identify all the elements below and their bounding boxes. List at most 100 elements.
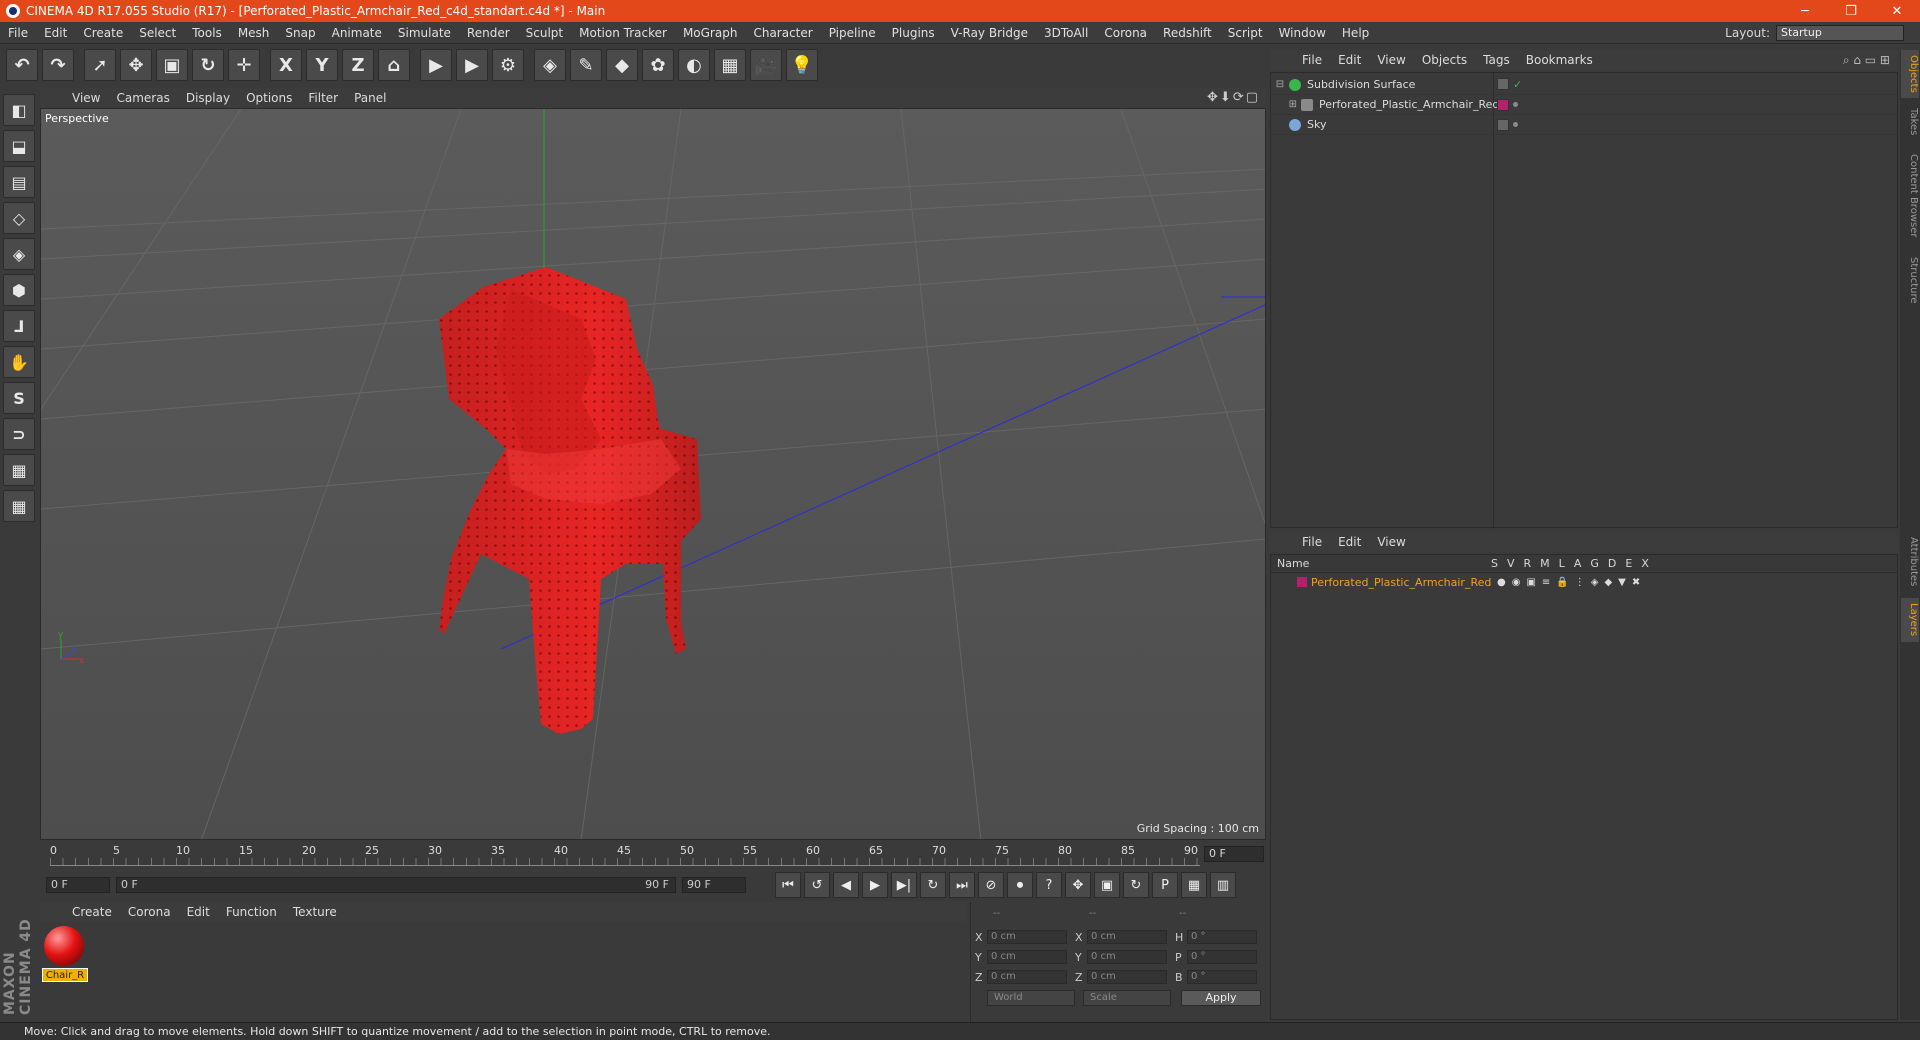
search-icon[interactable]: ⌕ ⌂ ▭ ⊞ — [1843, 53, 1890, 68]
z-axis-icon[interactable]: Z — [342, 49, 374, 81]
menu-mograph[interactable]: MoGraph — [675, 26, 746, 40]
objects-menu-bookmarks[interactable]: Bookmarks — [1518, 53, 1601, 67]
prev-key-icon[interactable]: ↺ — [804, 872, 830, 898]
menu-3dtoall[interactable]: 3DToAll — [1036, 26, 1096, 40]
world-coord-icon[interactable]: ⌂ — [378, 49, 410, 81]
move-key-icon[interactable]: ✥ — [1065, 872, 1091, 898]
layer-column-header[interactable]: L — [1559, 557, 1565, 570]
visibility-dot-icon[interactable] — [1513, 121, 1518, 127]
minimize-button[interactable]: ─ — [1782, 0, 1828, 22]
expressions-icon[interactable]: ▼ — [1618, 577, 1626, 588]
material-menu-create[interactable]: Create — [64, 905, 120, 919]
model-mode-icon[interactable]: ◧ — [3, 94, 35, 126]
coord-size-x[interactable]: 0 cm — [1087, 930, 1167, 944]
layer-row[interactable]: Perforated_Plastic_Armchair_Red ● ◉ ▣ ≡ … — [1271, 573, 1897, 591]
camera-icon[interactable]: 🎥 — [750, 49, 782, 81]
go-end-icon[interactable]: ⏭ — [949, 872, 975, 898]
render-picture-queue-icon[interactable]: ▶ — [456, 49, 488, 81]
layer-column-header[interactable]: R — [1524, 557, 1532, 570]
lock-grid-icon[interactable]: ▦ — [3, 454, 35, 486]
deformer-icon[interactable]: ◐ — [678, 49, 710, 81]
coord-size-z[interactable]: 0 cm — [1087, 970, 1167, 984]
coord-pos-z[interactable]: 0 cm — [987, 970, 1067, 984]
menu-animate[interactable]: Animate — [324, 26, 390, 40]
objects-menu-view[interactable]: View — [1369, 53, 1413, 67]
light-icon[interactable]: 💡 — [786, 49, 818, 81]
layers-menu-edit[interactable]: Edit — [1330, 535, 1369, 549]
menu-select[interactable]: Select — [131, 26, 184, 40]
coord-rot-b[interactable]: 0 ° — [1187, 970, 1257, 984]
end-frame-field[interactable]: 90 F — [682, 877, 746, 893]
layers-menu-file[interactable]: File — [1294, 535, 1330, 549]
layer-color-icon[interactable] — [1497, 98, 1509, 111]
view-icon[interactable]: ◉ — [1512, 577, 1521, 588]
layer-column-header[interactable]: S — [1491, 557, 1498, 570]
redo-icon[interactable]: ↷ — [42, 49, 74, 81]
menu-create[interactable]: Create — [75, 26, 131, 40]
animation-icon[interactable]: ⋮ — [1575, 577, 1585, 588]
rotate-key-icon[interactable]: ↻ — [1123, 872, 1149, 898]
viewport-menu-filter[interactable]: Filter — [300, 91, 346, 105]
expand-icon[interactable]: ⊞ — [1271, 99, 1301, 110]
help-keys-icon[interactable]: ? — [1036, 872, 1062, 898]
frame-range-slider[interactable]: 0 F 90 F — [116, 877, 676, 893]
play-back-icon[interactable]: ◀ — [833, 872, 859, 898]
tab-attributes[interactable]: Attributes — [1901, 530, 1919, 594]
menu-snap[interactable]: Snap — [277, 26, 323, 40]
start-frame-field[interactable]: 0 F — [46, 877, 110, 893]
tab-layers[interactable]: Layers — [1901, 598, 1919, 642]
layout-select[interactable]: Startup — [1776, 25, 1904, 41]
layer-swatch-icon[interactable] — [1497, 118, 1509, 131]
scale-key-icon[interactable]: ▣ — [1094, 872, 1120, 898]
current-frame-field[interactable]: 0 F — [1204, 846, 1264, 862]
x-axis-icon[interactable]: X — [270, 49, 302, 81]
coord-world-select[interactable]: World — [987, 990, 1075, 1006]
edit-render-settings-icon[interactable]: ⚙ — [492, 49, 524, 81]
viewport-menu-cameras[interactable]: Cameras — [108, 91, 177, 105]
viewport-nav-icons[interactable]: ✥⬇⟳▢ — [1207, 90, 1260, 105]
cube-icon[interactable]: ◈ — [534, 49, 566, 81]
move-icon[interactable]: ✥ — [120, 49, 152, 81]
layer-color-swatch[interactable] — [1297, 577, 1307, 587]
play-icon[interactable]: ▶ — [862, 872, 888, 898]
tweak-icon[interactable]: ✋ — [3, 346, 35, 378]
scale-icon[interactable]: ▣ — [156, 49, 188, 81]
viewport-menu-panel[interactable]: Panel — [346, 91, 394, 105]
undo-icon[interactable]: ↶ — [6, 49, 38, 81]
xref-icon[interactable]: ✖ — [1632, 577, 1640, 588]
menu-vray-bridge[interactable]: V-Ray Bridge — [943, 26, 1036, 40]
material-label[interactable]: Chair_R — [42, 968, 88, 982]
layer-column-header[interactable]: E — [1625, 557, 1632, 570]
layer-column-header[interactable]: V — [1507, 557, 1515, 570]
layer-column-header[interactable]: M — [1540, 557, 1550, 570]
close-button[interactable]: ✕ — [1874, 0, 1920, 22]
menu-file[interactable]: File — [0, 26, 36, 40]
viewport-menu-options[interactable]: Options — [238, 91, 300, 105]
manager-icon[interactable]: ≡ — [1542, 577, 1550, 588]
object-row-sky[interactable]: Sky — [1271, 115, 1897, 135]
viewport-menu-display[interactable]: Display — [178, 91, 238, 105]
objects-menu-edit[interactable]: Edit — [1330, 53, 1369, 67]
menu-help[interactable]: Help — [1334, 26, 1377, 40]
layer-column-header[interactable]: X — [1641, 557, 1649, 570]
menu-pipeline[interactable]: Pipeline — [821, 26, 884, 40]
lock-icon[interactable]: 🔒 — [1556, 577, 1568, 588]
objects-menu-objects[interactable]: Objects — [1414, 53, 1475, 67]
perspective-viewport[interactable]: y x z Perspective Grid Spacing : 100 cm — [40, 108, 1266, 840]
autokey-icon[interactable]: ⏺ — [1007, 872, 1033, 898]
coord-size-y[interactable]: 0 cm — [1087, 950, 1167, 964]
visibility-dot-icon[interactable] — [1513, 101, 1518, 107]
coord-rot-p[interactable]: 0 ° — [1187, 950, 1257, 964]
next-key-icon[interactable]: ↻ — [920, 872, 946, 898]
pen-icon[interactable]: ✎ — [570, 49, 602, 81]
menu-redshift[interactable]: Redshift — [1155, 26, 1220, 40]
edges-mode-icon[interactable]: ◈ — [3, 238, 35, 270]
material-menu-corona[interactable]: Corona — [120, 905, 179, 919]
select-icon[interactable]: ➚ — [84, 49, 116, 81]
menu-character[interactable]: Character — [745, 26, 820, 40]
timeline-icon[interactable]: ▥ — [1210, 872, 1236, 898]
deformers-icon[interactable]: ◆ — [1604, 577, 1612, 588]
pla-icon[interactable]: ▦ — [1181, 872, 1207, 898]
layer-column-header[interactable]: D — [1608, 557, 1616, 570]
menu-edit[interactable]: Edit — [36, 26, 75, 40]
